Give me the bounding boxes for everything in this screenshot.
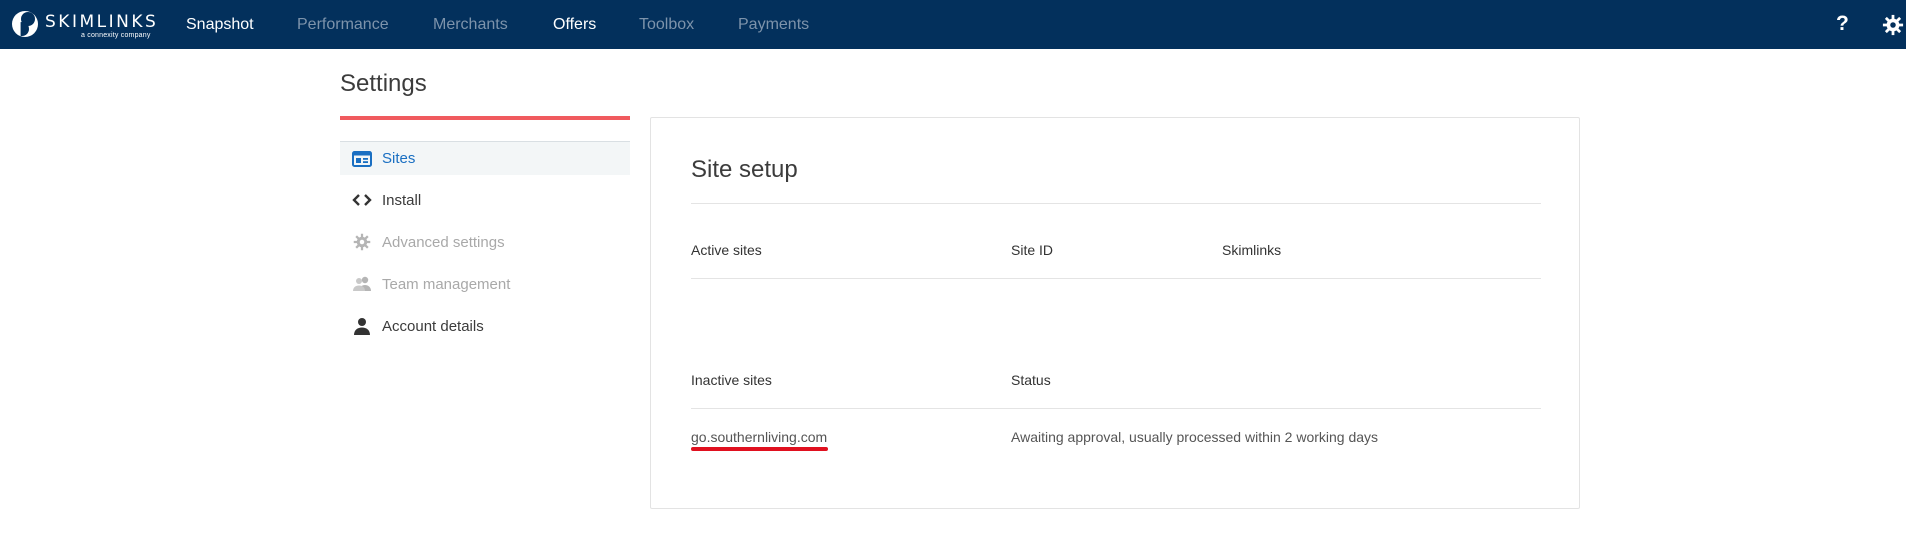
page-title: Settings — [340, 70, 427, 97]
sidebar-item-advanced-settings[interactable]: Advanced settings — [340, 225, 630, 259]
sidebar-item-label: Advanced settings — [382, 233, 505, 251]
skimlinks-logo-mark — [12, 11, 38, 37]
nav-toolbox[interactable]: Toolbox — [639, 16, 694, 34]
column-header-status: Status — [1011, 372, 1051, 388]
inactive-table-divider — [691, 408, 1541, 409]
panel-title: Site setup — [691, 156, 798, 183]
browser-window-icon — [344, 150, 380, 167]
sidebar-item-account-details[interactable]: Account details — [340, 309, 630, 343]
column-header-inactive-sites: Inactive sites — [691, 372, 772, 388]
sidebar-item-label: Sites — [382, 150, 416, 167]
site-setup-panel: Site setup Active sites Site ID Skimlink… — [650, 117, 1580, 509]
gear-icon — [344, 233, 380, 251]
nav-payments[interactable]: Payments — [738, 16, 809, 34]
gear-icon[interactable] — [1882, 14, 1904, 36]
top-navigation-bar: SKIMLINKS a connexity company Snapshot P… — [0, 0, 1906, 49]
help-button[interactable]: ? — [1836, 12, 1849, 36]
active-table-divider — [691, 278, 1541, 279]
users-icon — [344, 276, 380, 292]
column-header-skimlinks: Skimlinks — [1222, 242, 1282, 258]
column-header-active-sites: Active sites — [691, 242, 762, 258]
logo-tagline: a connexity company — [81, 32, 151, 39]
site-link[interactable]: go.southernliving.com — [691, 429, 827, 445]
column-header-site-id: Site ID — [1011, 242, 1054, 258]
sidebar-item-label: Account details — [382, 317, 484, 335]
title-divider — [691, 203, 1541, 204]
person-icon — [344, 317, 380, 335]
code-brackets-icon — [344, 193, 380, 207]
sidebar-item-install[interactable]: Install — [340, 183, 630, 217]
nav-performance[interactable]: Performance — [297, 16, 389, 34]
status-text: Awaiting approval, usually processed wit… — [1011, 429, 1379, 445]
title-underline — [340, 116, 630, 120]
sidebar-item-label: Install — [382, 191, 422, 209]
nav-merchants[interactable]: Merchants — [433, 16, 508, 34]
nav-offers[interactable]: Offers — [553, 16, 596, 34]
skimlinks-logo[interactable]: SKIMLINKS a connexity company — [12, 8, 156, 42]
sidebar-item-team-management[interactable]: Team management — [340, 267, 630, 301]
sidebar-item-sites[interactable]: Sites — [340, 141, 630, 175]
nav-snapshot[interactable]: Snapshot — [186, 16, 254, 34]
logo-wordmark: SKIMLINKS — [45, 12, 159, 32]
sidebar-item-label: Team management — [382, 275, 511, 293]
annotation-underline — [691, 447, 828, 451]
